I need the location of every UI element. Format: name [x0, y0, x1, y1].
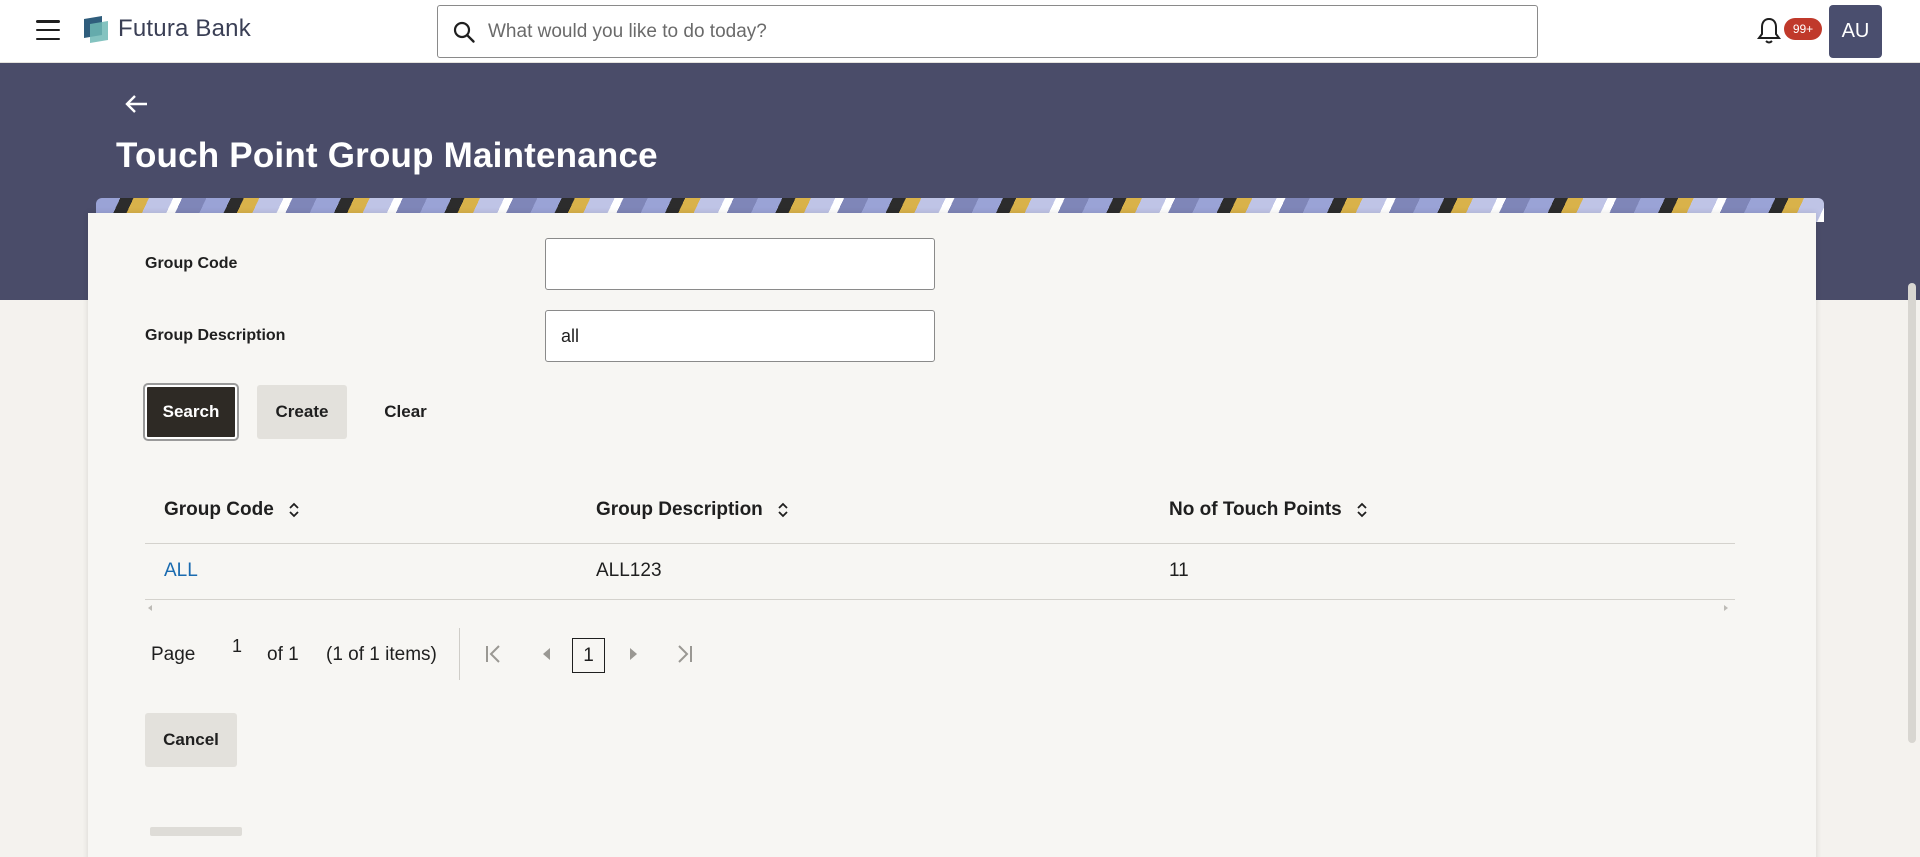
back-arrow-icon[interactable]: [124, 92, 150, 116]
current-page-value[interactable]: 1: [232, 636, 242, 657]
page-label: Page: [151, 644, 196, 665]
sort-icon[interactable]: [1356, 501, 1368, 519]
vertical-scrollbar[interactable]: [1908, 283, 1916, 743]
items-count-label: (1 of 1 items): [326, 644, 437, 665]
clear-button[interactable]: Clear: [367, 385, 444, 439]
page-of-label: of 1: [267, 644, 299, 665]
horizontal-scrollbar[interactable]: [148, 604, 1728, 612]
table-header-divider: [145, 543, 1735, 544]
table-cell-group-description: ALL123: [596, 560, 662, 581]
brand-name: Futura Bank: [118, 15, 251, 42]
content-card: [88, 213, 1816, 857]
search-button[interactable]: Search: [145, 385, 237, 439]
group-code-label: Group Code: [145, 255, 238, 272]
prev-page-icon[interactable]: [536, 642, 558, 666]
bank-logo-icon: [82, 15, 108, 43]
column-header-label: Group Code: [164, 499, 274, 520]
group-code-input[interactable]: [545, 238, 935, 290]
sort-icon[interactable]: [288, 501, 300, 519]
group-description-input[interactable]: [545, 310, 935, 362]
next-page-icon[interactable]: [622, 642, 644, 666]
bank-logo[interactable]: Futura Bank: [82, 15, 251, 43]
avatar[interactable]: AU: [1829, 5, 1882, 58]
column-header-label: No of Touch Points: [1169, 499, 1342, 520]
page-title: Touch Point Group Maintenance: [116, 136, 658, 175]
last-page-icon[interactable]: [673, 642, 695, 666]
menu-icon[interactable]: [36, 20, 60, 40]
pager-divider: [459, 628, 460, 680]
bottom-placeholder-bar: [150, 827, 242, 836]
sort-icon[interactable]: [777, 501, 789, 519]
column-header-group-code[interactable]: Group Code: [164, 499, 300, 521]
page-number-button[interactable]: 1: [572, 638, 605, 673]
global-search[interactable]: [437, 5, 1538, 58]
column-header-group-description[interactable]: Group Description: [596, 499, 789, 521]
cancel-button[interactable]: Cancel: [145, 713, 237, 767]
table-row-divider: [145, 599, 1735, 600]
create-button[interactable]: Create: [257, 385, 347, 439]
top-header: Futura Bank 99+ AU: [0, 0, 1920, 63]
global-search-input[interactable]: [488, 6, 1537, 57]
column-header-label: Group Description: [596, 499, 763, 520]
first-page-icon[interactable]: [483, 642, 505, 666]
table-cell-group-code-link[interactable]: ALL: [164, 560, 198, 582]
bell-icon[interactable]: [1756, 16, 1782, 46]
group-description-label: Group Description: [145, 327, 286, 344]
search-icon: [453, 21, 475, 43]
notification-badge[interactable]: 99+: [1784, 18, 1822, 40]
column-header-touch-points[interactable]: No of Touch Points: [1169, 499, 1368, 521]
table-cell-touch-points: 11: [1169, 560, 1189, 581]
